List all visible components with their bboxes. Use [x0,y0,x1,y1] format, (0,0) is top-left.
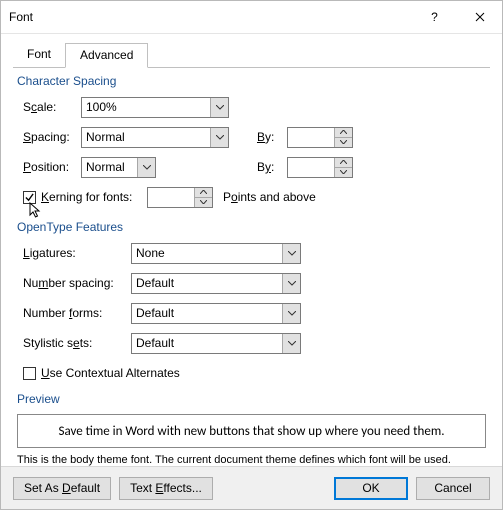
help-icon: ? [431,10,438,24]
contextual-alternates-checkbox[interactable] [23,367,36,380]
chevron-down-icon [340,170,347,174]
spacing-by-value [288,128,334,147]
ligatures-dropdown-button[interactable] [282,244,300,263]
spacing-value: Normal [82,128,210,147]
number-forms-dropdown-button[interactable] [282,304,300,323]
chevron-down-icon [288,311,296,316]
dialog-footer: Set As Default Text Effects... OK Cancel [1,466,502,509]
position-by-up[interactable] [335,158,352,167]
scale-combo[interactable]: 100% [81,97,229,118]
position-value: Normal [82,158,137,177]
position-label: Position: [23,160,81,174]
spacing-by-down[interactable] [335,137,352,147]
character-spacing-legend: Character Spacing [17,74,490,88]
text-effects-button[interactable]: Text Effects... [119,477,213,500]
chevron-down-icon [216,135,224,140]
preview-note: This is the body theme font. The current… [17,454,486,466]
dialog-content: Font Advanced Character Spacing Scale: 1… [1,34,502,466]
ligatures-label: Ligatures: [23,246,131,260]
kerning-checkbox[interactable] [23,191,36,204]
spacing-by-label: By: [257,130,287,144]
position-combo[interactable]: Normal [81,157,156,178]
position-by-down[interactable] [335,167,352,177]
kerning-suffix: Points and above [223,190,316,204]
titlebar: Font ? [1,1,502,34]
help-button[interactable]: ? [412,1,457,33]
set-as-default-button[interactable]: Set As Default [13,477,111,500]
cursor-arrow-icon [29,202,43,220]
tab-font-label: Font [27,47,51,61]
close-button[interactable] [457,1,502,33]
stylistic-sets-combo[interactable]: Default [131,333,301,354]
scale-value: 100% [82,98,210,117]
spacing-by-up[interactable] [335,128,352,137]
number-spacing-dropdown-button[interactable] [282,274,300,293]
chevron-down-icon [143,165,151,170]
position-by-spinner[interactable] [287,157,353,178]
font-dialog: Font ? Font Advanced Character Spacing S… [0,0,503,510]
spacing-combo[interactable]: Normal [81,127,229,148]
tab-font[interactable]: Font [13,43,65,68]
ligatures-combo[interactable]: None [131,243,301,264]
tab-bar: Font Advanced [13,42,490,68]
chevron-down-icon [200,200,207,204]
text-effects-label: Text Effects... [130,481,202,495]
scale-dropdown-button[interactable] [210,98,228,117]
spacing-label: Spacing: [23,130,81,144]
preview-sample: Save time in Word with new buttons that … [59,424,445,439]
kerning-down[interactable] [195,197,212,207]
ligatures-value: None [132,244,282,263]
opentype-legend: OpenType Features [17,220,490,234]
number-forms-combo[interactable]: Default [131,303,301,324]
checkmark-icon [25,193,34,202]
stylistic-sets-value: Default [132,334,282,353]
kerning-points-spinner[interactable] [147,187,213,208]
preview-legend: Preview [17,392,490,406]
number-spacing-value: Default [132,274,282,293]
close-icon [475,12,485,22]
tab-advanced[interactable]: Advanced [65,43,148,68]
chevron-down-icon [288,341,296,346]
chevron-down-icon [216,105,224,110]
number-forms-label: Number forms: [23,306,131,320]
position-by-value [288,158,334,177]
set-as-default-label: Set As Default [24,481,100,495]
contextual-alternates-label: Use Contextual Alternates [41,366,180,380]
cancel-button[interactable]: Cancel [416,477,490,500]
spacing-by-spinner[interactable] [287,127,353,148]
kerning-up[interactable] [195,188,212,197]
tab-advanced-label: Advanced [80,48,133,62]
scale-label: Scale: [23,100,81,114]
chevron-up-icon [340,160,347,164]
chevron-up-icon [340,130,347,134]
kerning-label: Kerning for fonts: [41,190,141,204]
number-spacing-label: Number spacing: [23,276,131,290]
chevron-down-icon [340,140,347,144]
chevron-down-icon [288,251,296,256]
ok-button[interactable]: OK [334,477,408,500]
kerning-points-value [148,188,194,207]
position-dropdown-button[interactable] [137,158,155,177]
preview-box: Save time in Word with new buttons that … [17,414,486,448]
position-by-label: By: [257,160,287,174]
window-title: Font [1,10,412,24]
stylistic-sets-label: Stylistic sets: [23,336,131,350]
cancel-label: Cancel [434,481,471,495]
ok-label: OK [362,481,379,495]
chevron-down-icon [288,281,296,286]
chevron-up-icon [200,190,207,194]
spacing-dropdown-button[interactable] [210,128,228,147]
stylistic-sets-dropdown-button[interactable] [282,334,300,353]
number-forms-value: Default [132,304,282,323]
number-spacing-combo[interactable]: Default [131,273,301,294]
